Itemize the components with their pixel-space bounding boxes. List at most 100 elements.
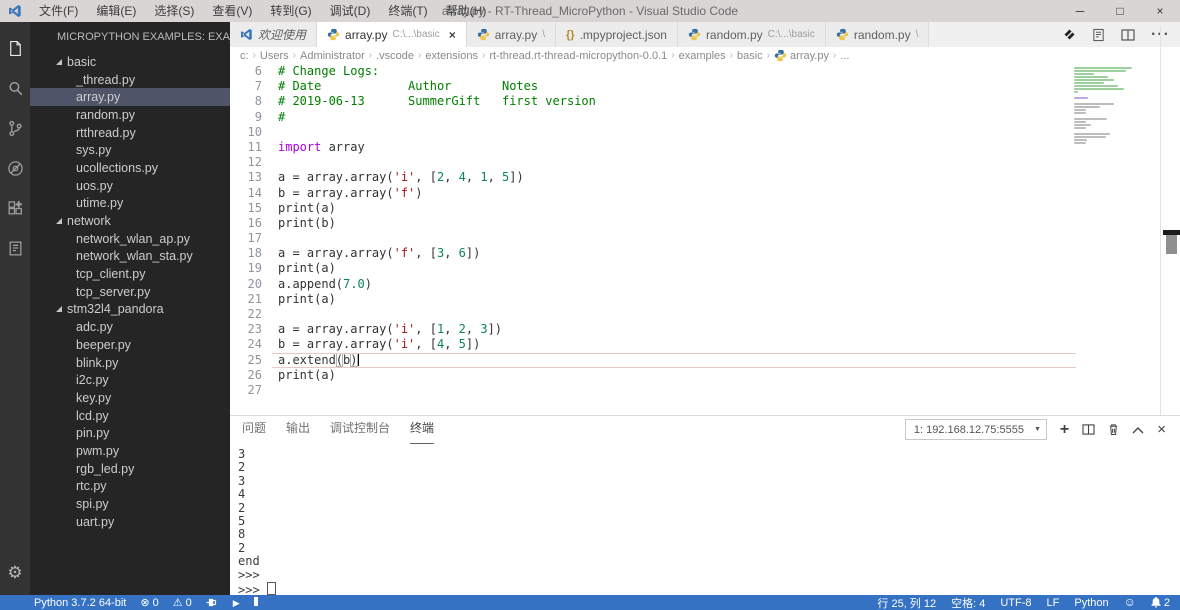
tree-item-stm32l4-pandora[interactable]: stm32l4_pandora xyxy=(30,301,230,319)
minimap[interactable] xyxy=(1074,67,1158,148)
tree-item-uos-py[interactable]: uos.py xyxy=(30,177,230,195)
tree-item-network-wlan-sta-py[interactable]: network_wlan_sta.py xyxy=(30,248,230,266)
tree-item-beeper-py[interactable]: beeper.py xyxy=(30,336,230,354)
tree-item-sys-py[interactable]: sys.py xyxy=(30,141,230,159)
tab-terminal[interactable]: 终端 xyxy=(410,416,435,444)
status-notifications[interactable]: 2 xyxy=(1151,597,1170,609)
docs-icon[interactable] xyxy=(0,228,30,268)
status-python-interpreter[interactable]: Python 3.7.2 64-bit xyxy=(34,597,126,609)
status-stop-program[interactable] xyxy=(253,596,258,609)
tab-output[interactable]: 输出 xyxy=(286,416,310,443)
source-control-icon[interactable] xyxy=(0,108,30,148)
status-feedback[interactable]: ☺ xyxy=(1124,596,1136,609)
tree-item-array-py[interactable]: array.py xyxy=(30,88,230,107)
breadcrumb-item-item[interactable]: ... xyxy=(840,50,849,62)
tree-item-random-py[interactable]: random.py xyxy=(30,106,230,124)
kill-terminal-icon[interactable] xyxy=(1108,423,1119,436)
close-tab-icon[interactable]: × xyxy=(449,28,456,42)
tree-item-network-wlan-ap-py[interactable]: network_wlan_ap.py xyxy=(30,230,230,248)
tree-item-pwm-py[interactable]: pwm.py xyxy=(30,442,230,460)
breadcrumb-item-administrator[interactable]: Administrator xyxy=(300,50,365,62)
status-problems-errors[interactable]: ⊗ 0 xyxy=(140,597,158,609)
tree-item-network[interactable]: network xyxy=(30,212,230,230)
tree-item-rgb-led-py[interactable]: rgb_led.py xyxy=(30,460,230,478)
terminal-select[interactable]: 1: 192.168.12.75:5555 ▼ xyxy=(904,419,1047,440)
explorer-icon[interactable] xyxy=(0,28,30,68)
status-language-mode[interactable]: Python xyxy=(1074,597,1108,609)
tab-problems[interactable]: 问题 xyxy=(242,416,266,443)
tree-item-tcp-server-py[interactable]: tcp_server.py xyxy=(30,283,230,301)
menu-d[interactable]: 调试(D) xyxy=(321,0,380,22)
menu-g[interactable]: 转到(G) xyxy=(261,0,320,22)
tree-item-lcd-py[interactable]: lcd.py xyxy=(30,407,230,425)
tree-item-tcp-client-py[interactable]: tcp_client.py xyxy=(30,265,230,283)
menu-e[interactable]: 编辑(E) xyxy=(87,0,145,22)
tab-random-py[interactable]: random.py C:\...\basic xyxy=(677,22,826,47)
menu-f[interactable]: 文件(F) xyxy=(30,0,87,22)
menu-t[interactable]: 终端(T) xyxy=(379,0,436,22)
tree-item-blink-py[interactable]: blink.py xyxy=(30,354,230,372)
breadcrumb-item-basic[interactable]: basic xyxy=(737,50,763,62)
breadcrumb-item-users[interactable]: Users xyxy=(260,50,289,62)
tab-random-py[interactable]: random.py \ xyxy=(825,22,930,47)
breadcrumb-item-array-py[interactable]: array.py xyxy=(774,49,829,62)
tree-item-label: random.py xyxy=(76,107,136,122)
tree-item-rtc-py[interactable]: rtc.py xyxy=(30,478,230,496)
tab-item[interactable]: 欢迎使用 xyxy=(230,22,318,47)
tree-item-rtthread-py[interactable]: rtthread.py xyxy=(30,124,230,142)
terminal[interactable]: 3 2 3 4 2 5 8 2 end >>> >>> xyxy=(230,443,1180,597)
split-terminal-icon[interactable] xyxy=(1082,424,1095,435)
status-run-program[interactable]: ▶ xyxy=(233,597,240,609)
breadcrumb-item-rt-thread-rt-thread-micropython-0-0-1[interactable]: rt-thread.rt-thread-micropython-0.0.1 xyxy=(489,50,667,62)
breadcrumb-item-extensions[interactable]: extensions xyxy=(425,50,478,62)
scrollbar-thumb[interactable] xyxy=(1166,235,1177,254)
search-icon[interactable] xyxy=(0,68,30,108)
menu-v[interactable]: 查看(V) xyxy=(203,0,261,22)
status-cursor-position[interactable]: 行 25, 列 12 xyxy=(877,595,936,610)
close-panel-icon[interactable]: × xyxy=(1157,421,1166,438)
tree-item-pin-py[interactable]: pin.py xyxy=(30,424,230,442)
rt-thread-download-icon[interactable] xyxy=(1063,28,1076,41)
maximize-panel-icon[interactable] xyxy=(1132,426,1144,434)
tab-array-py[interactable]: array.py \ xyxy=(466,22,556,47)
status-problems-warnings[interactable]: ⚠ 0 xyxy=(173,597,192,609)
tab-debug-console[interactable]: 调试控制台 xyxy=(330,416,390,443)
debug-icon[interactable] xyxy=(0,148,30,188)
breadcrumb-item-examples[interactable]: examples xyxy=(679,50,726,62)
breadcrumb-item-vscode[interactable]: .vscode xyxy=(376,50,414,62)
extensions-icon[interactable] xyxy=(0,188,30,228)
tab-label: random.py xyxy=(853,27,911,42)
sidebar-section-header[interactable]: MICROPYTHON EXAMPLES: EXAMPLE... xyxy=(30,22,230,49)
tree-item-key-py[interactable]: key.py xyxy=(30,389,230,407)
tree-item-utime-py[interactable]: utime.py xyxy=(30,195,230,213)
menu-s[interactable]: 选择(S) xyxy=(145,0,203,22)
breadcrumb-item-c[interactable]: c: xyxy=(240,50,249,62)
tree-item-uart-py[interactable]: uart.py xyxy=(30,513,230,531)
open-preview-icon[interactable] xyxy=(1092,28,1105,42)
gear-icon[interactable]: ⚙ xyxy=(0,551,30,595)
code-editor[interactable]: 6 # Change Logs: 7 # Date Author Notes 8 # 20… xyxy=(230,64,1180,415)
maximize-button[interactable]: □ xyxy=(1100,0,1140,22)
tab-array-py[interactable]: array.py C:\...\basic × xyxy=(317,22,467,47)
tree-item-spi-py[interactable]: spi.py xyxy=(30,495,230,513)
status-encoding[interactable]: UTF-8 xyxy=(1000,597,1031,609)
tree-item-adc-py[interactable]: adc.py xyxy=(30,318,230,336)
tree-item-basic[interactable]: basic xyxy=(30,53,230,71)
status-eol-sequence[interactable]: LF xyxy=(1047,597,1060,609)
status-indentation[interactable]: 空格: 4 xyxy=(951,595,985,610)
minimize-button[interactable]: ─ xyxy=(1060,0,1100,22)
tree-item-ucollections-py[interactable]: ucollections.py xyxy=(30,159,230,177)
tree-item-i2c-py[interactable]: i2c.py xyxy=(30,371,230,389)
close-button[interactable]: × xyxy=(1140,0,1180,22)
minimap-line xyxy=(1074,79,1114,81)
code-text: # xyxy=(278,109,286,124)
tab-mpyproject-json[interactable]: {} .mpyproject.json xyxy=(556,22,678,47)
code-line-26: 26 print(a) xyxy=(230,368,1180,383)
status-device-connect[interactable] xyxy=(206,597,219,608)
menu-h[interactable]: 帮助(H) xyxy=(437,0,496,22)
tree-item-thread-py[interactable]: _thread.py xyxy=(30,71,230,89)
tree-item-label: uos.py xyxy=(76,178,113,193)
new-terminal-icon[interactable]: + xyxy=(1060,421,1069,439)
split-editor-icon[interactable] xyxy=(1121,28,1135,41)
code-text: a.extend(b) xyxy=(278,352,359,367)
